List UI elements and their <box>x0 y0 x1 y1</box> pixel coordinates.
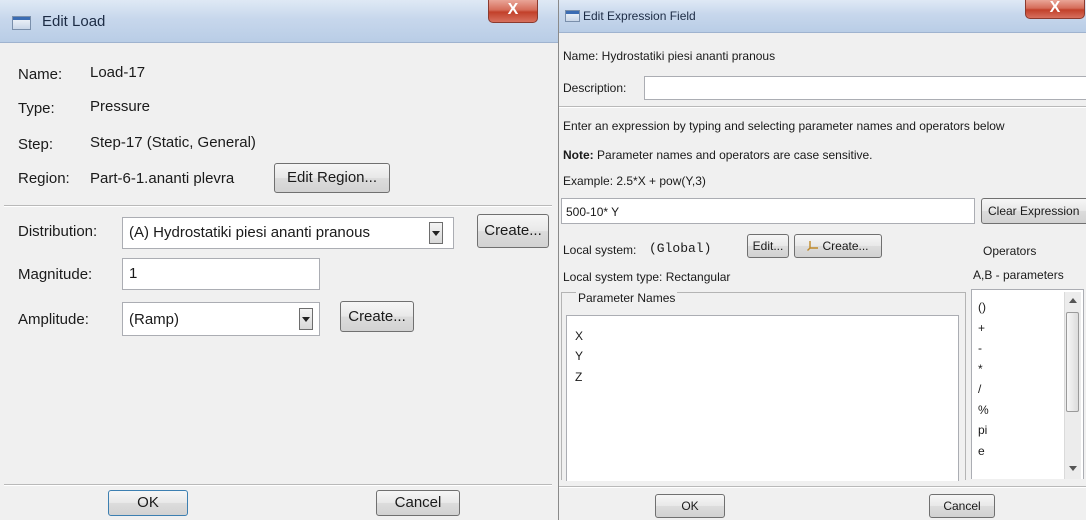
list-item[interactable]: % <box>978 400 989 421</box>
type-value: Pressure <box>90 98 151 115</box>
edit-expression-dialog: Edit Expression Field X Name: Hydrostati… <box>559 0 1086 520</box>
operators-subtitle: A,B - parameters <box>973 268 1064 282</box>
instruction-text: Enter an expression by typing and select… <box>563 119 1005 133</box>
list-item[interactable]: e <box>978 441 989 462</box>
cancel-button[interactable]: Cancel <box>929 494 995 518</box>
magnitude-value: 1 <box>129 265 138 282</box>
list-item[interactable]: pi <box>978 420 989 441</box>
name-value: Load-17 <box>90 64 146 81</box>
operators-list[interactable]: () + - * / % pi e <box>971 289 1084 479</box>
close-icon[interactable]: X <box>488 0 538 23</box>
list-item[interactable]: - <box>978 338 989 359</box>
axes-icon <box>807 236 819 251</box>
close-icon[interactable]: X <box>1025 0 1085 19</box>
amplitude-create-button[interactable]: Create... <box>340 301 414 332</box>
list-item[interactable]: + <box>978 318 989 339</box>
local-system-type: Local system type: Rectangular <box>563 270 731 284</box>
type-label: Type: <box>18 100 55 117</box>
description-label: Description: <box>563 81 627 95</box>
separator <box>559 106 1086 108</box>
expression-input[interactable]: 500-10* Y <box>561 198 975 224</box>
scroll-thumb[interactable] <box>1066 312 1079 412</box>
cancel-button[interactable]: Cancel <box>376 490 460 516</box>
list-item[interactable]: * <box>978 359 989 380</box>
example-text: Example: 2.5*X + pow(Y,3) <box>563 174 706 188</box>
amplitude-combo[interactable]: (Ramp) <box>122 302 320 336</box>
step-label: Step: <box>18 136 54 153</box>
operators-title: Operators <box>983 244 1037 258</box>
dialog-title: Edit Expression Field <box>583 9 696 23</box>
separator <box>4 205 552 207</box>
chevron-down-icon[interactable] <box>299 308 313 330</box>
list-item[interactable]: () <box>978 297 989 318</box>
amplitude-value: (Ramp) <box>129 311 180 328</box>
list-item[interactable]: Z <box>575 370 582 384</box>
dialog-title: Edit Load <box>42 13 106 30</box>
local-system-value: (Global) <box>649 241 712 256</box>
clear-expression-button[interactable]: Clear Expression <box>981 198 1086 224</box>
magnitude-label: Magnitude: <box>18 266 93 283</box>
edit-load-titlebar[interactable]: Edit Load X <box>0 0 558 43</box>
distribution-create-button[interactable]: Create... <box>477 214 549 248</box>
window-icon <box>12 16 31 30</box>
ok-button[interactable]: OK <box>108 490 188 516</box>
separator <box>559 486 1086 488</box>
magnitude-input[interactable]: 1 <box>122 258 320 290</box>
expression-name: Name: Hydrostatiki piesi ananti pranous <box>563 49 776 63</box>
note-text: Note: Parameter names and operators are … <box>563 148 873 162</box>
scroll-down-icon[interactable] <box>1069 466 1077 471</box>
note-body: Parameter names and operators are case s… <box>597 148 873 162</box>
parameter-names-title: Parameter Names <box>576 291 678 305</box>
ok-button[interactable]: OK <box>655 494 725 518</box>
expression-value: 500-10* Y <box>566 205 620 219</box>
list-item[interactable]: Y <box>575 349 583 363</box>
create-label: Create... <box>822 239 869 253</box>
edit-load-dialog: Edit Load X Name: Load-17 Type: Pressure… <box>0 0 559 520</box>
scroll-up-icon[interactable] <box>1069 298 1077 303</box>
step-value: Step-17 (Static, General) <box>90 134 256 151</box>
list-item[interactable]: X <box>575 329 583 343</box>
description-input[interactable] <box>644 76 1086 100</box>
distribution-combo[interactable]: (A) Hydrostatiki piesi ananti pranous <box>122 217 454 249</box>
local-system-create-button[interactable]: Create... <box>794 234 882 258</box>
edit-region-button[interactable]: Edit Region... <box>274 163 390 193</box>
parameter-names-list[interactable]: X Y Z <box>566 315 959 481</box>
window-icon <box>565 10 580 22</box>
scrollbar[interactable] <box>1064 292 1081 479</box>
edit-expression-titlebar[interactable]: Edit Expression Field X <box>559 0 1086 33</box>
region-value: Part-6-1.ananti plevra <box>90 170 235 187</box>
amplitude-label: Amplitude: <box>18 311 89 328</box>
distribution-value: (A) Hydrostatiki piesi ananti pranous <box>129 224 370 241</box>
local-system-label: Local system: <box>563 243 637 257</box>
region-label: Region: <box>18 170 70 187</box>
list-item[interactable]: / <box>978 379 989 400</box>
chevron-down-icon[interactable] <box>429 222 443 244</box>
separator <box>4 484 552 486</box>
parameter-names-group: Parameter Names X Y Z <box>561 291 966 481</box>
name-label: Name: <box>18 66 63 83</box>
local-system-edit-button[interactable]: Edit... <box>747 234 789 258</box>
distribution-label: Distribution: <box>18 223 98 240</box>
note-label: Note: <box>563 148 594 162</box>
